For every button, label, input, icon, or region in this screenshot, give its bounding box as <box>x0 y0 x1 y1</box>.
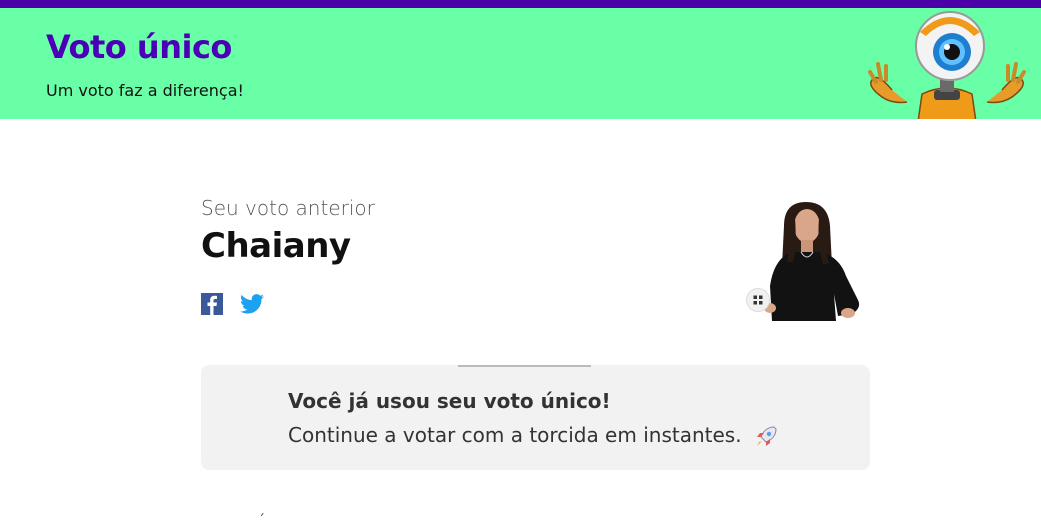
rocket-icon <box>756 425 777 446</box>
header-banner: Voto único Um voto faz a diferença! <box>0 8 1041 119</box>
notice-text: Continue a votar com a torcida em instan… <box>288 423 742 447</box>
footer-text-fragment: ´ <box>258 513 265 529</box>
notice-text-row: Continue a votar com a torcida em instan… <box>288 423 778 449</box>
page-title: Voto único <box>46 28 232 66</box>
mascot-eye-robot-icon <box>868 11 1026 119</box>
facebook-icon[interactable] <box>201 293 223 315</box>
grid-icon <box>753 295 763 305</box>
expand-photo-button[interactable] <box>746 288 770 312</box>
top-accent-bar <box>0 0 1041 8</box>
vote-used-notice: Você já usou seu voto único! Continue a … <box>201 365 870 470</box>
previous-vote-label: Seu voto anterior <box>201 196 375 220</box>
notice-title: Você já usou seu voto único! <box>288 389 611 413</box>
previous-vote-name: Chaiany <box>201 226 351 266</box>
divider <box>458 365 591 367</box>
twitter-icon[interactable] <box>240 293 264 315</box>
page-subtitle: Um voto faz a diferença! <box>46 81 244 100</box>
